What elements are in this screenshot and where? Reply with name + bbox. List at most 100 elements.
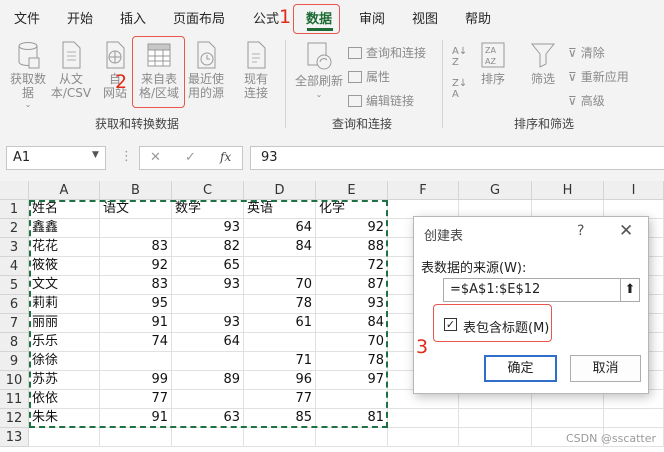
menu-insert[interactable]: 插入 [120, 8, 146, 27]
cell[interactable]: 徐徐 [29, 352, 100, 371]
cell[interactable]: 筱筱 [29, 257, 100, 276]
cell[interactable]: 83 [100, 276, 172, 295]
cell[interactable]: 丽丽 [29, 314, 100, 333]
cell[interactable] [316, 390, 388, 409]
cell[interactable] [244, 428, 316, 447]
collapse-dialog-icon[interactable]: ⬆ [620, 278, 640, 302]
row-header[interactable]: 11 [0, 390, 29, 409]
name-box[interactable]: A1 [6, 146, 106, 170]
row-header[interactable]: 8 [0, 333, 29, 352]
source-range-input[interactable]: =$A$1:$E$12 [443, 278, 623, 302]
cell[interactable]: 数学 [172, 200, 244, 219]
column-header-i[interactable]: I [604, 181, 664, 200]
sort-za-button[interactable]: Z↓ A [452, 78, 467, 100]
menu-view[interactable]: 视图 [412, 8, 438, 27]
cell[interactable] [459, 409, 532, 428]
cell[interactable] [459, 428, 532, 447]
has-headers-label[interactable]: 表包含标题(M) [463, 317, 549, 336]
row-header[interactable]: 1 [0, 200, 29, 219]
cell[interactable]: 文文 [29, 276, 100, 295]
cell[interactable]: 87 [316, 276, 388, 295]
cell[interactable] [172, 428, 244, 447]
close-icon[interactable]: ✕ [619, 221, 633, 241]
cell[interactable]: 65 [172, 257, 244, 276]
cancel-button[interactable]: 取消 [570, 355, 641, 382]
column-header-g[interactable]: G [459, 181, 532, 200]
cell[interactable]: 83 [100, 238, 172, 257]
cell[interactable]: 93 [172, 219, 244, 238]
cell[interactable] [100, 219, 172, 238]
cell[interactable]: 英语 [244, 200, 316, 219]
from-text-csv-button[interactable]: 从文 本/CSV [50, 40, 92, 100]
cell[interactable]: 91 [100, 409, 172, 428]
cell[interactable] [388, 409, 459, 428]
row-header[interactable]: 9 [0, 352, 29, 371]
row-header[interactable]: 13 [0, 428, 29, 447]
cell[interactable]: 70 [316, 333, 388, 352]
cell[interactable]: 91 [100, 314, 172, 333]
recent-sources-button[interactable]: 最近使 用的源 [185, 40, 227, 100]
cell[interactable]: 77 [244, 390, 316, 409]
cell[interactable] [100, 428, 172, 447]
enter-icon[interactable]: ✓ [185, 150, 196, 165]
cell[interactable] [388, 428, 459, 447]
cell[interactable]: 苏苏 [29, 371, 100, 390]
ok-button[interactable]: 确定 [484, 355, 557, 382]
cell[interactable] [244, 257, 316, 276]
cell[interactable]: 77 [100, 390, 172, 409]
row-header[interactable]: 2 [0, 219, 29, 238]
advanced-button[interactable]: ⊽ 高级 [568, 92, 605, 109]
cell[interactable]: 84 [316, 314, 388, 333]
cell[interactable]: 64 [244, 219, 316, 238]
chevron-down-icon[interactable]: ▼ [92, 150, 99, 160]
cell[interactable] [604, 409, 664, 428]
cell[interactable] [100, 352, 172, 371]
filter-button[interactable]: 筛选 [526, 40, 560, 86]
cell[interactable]: 乐乐 [29, 333, 100, 352]
sort-button[interactable]: ZA AZ 排序 [476, 40, 510, 86]
menu-home[interactable]: 开始 [67, 8, 93, 27]
get-data-button[interactable]: 获取数 据 ⌄ [6, 40, 50, 112]
cell[interactable]: 依依 [29, 390, 100, 409]
cell[interactable] [532, 409, 604, 428]
menu-review[interactable]: 审阅 [359, 8, 385, 27]
cell[interactable]: 95 [100, 295, 172, 314]
column-header-e[interactable]: E [316, 181, 388, 200]
clear-button[interactable]: ⊽ 清除 [568, 44, 605, 61]
properties-button[interactable]: 属性 [348, 68, 390, 85]
refresh-all-button[interactable]: 全部刷新 ⌄ [290, 40, 348, 102]
column-header-b[interactable]: B [100, 181, 172, 200]
has-headers-checkbox[interactable]: ✓ [444, 318, 457, 331]
cell[interactable]: 96 [244, 371, 316, 390]
menu-file[interactable]: 文件 [14, 8, 40, 27]
cell[interactable]: 84 [244, 238, 316, 257]
cancel-icon[interactable]: ✕ [150, 150, 161, 165]
row-header[interactable]: 4 [0, 257, 29, 276]
select-all-corner[interactable] [0, 181, 29, 200]
cell[interactable]: 莉莉 [29, 295, 100, 314]
row-header[interactable]: 6 [0, 295, 29, 314]
cell[interactable]: 鑫鑫 [29, 219, 100, 238]
cell[interactable]: 93 [316, 295, 388, 314]
cell[interactable]: 74 [100, 333, 172, 352]
row-header[interactable]: 10 [0, 371, 29, 390]
cell[interactable]: 语文 [100, 200, 172, 219]
cell[interactable] [172, 390, 244, 409]
column-header-d[interactable]: D [244, 181, 316, 200]
menu-formulas[interactable]: 公式 [253, 8, 279, 27]
cell[interactable]: 88 [316, 238, 388, 257]
sort-az-button[interactable]: A↓ Z [452, 46, 467, 68]
column-header-f[interactable]: F [388, 181, 459, 200]
cell[interactable]: 朱朱 [29, 409, 100, 428]
cell[interactable]: 92 [316, 219, 388, 238]
column-header-c[interactable]: C [172, 181, 244, 200]
cell[interactable]: 化学 [316, 200, 388, 219]
cell[interactable]: 姓名 [29, 200, 100, 219]
menu-help[interactable]: 帮助 [465, 8, 491, 27]
cell[interactable] [316, 428, 388, 447]
cell[interactable] [29, 428, 100, 447]
reapply-button[interactable]: ⊽ 重新应用 [568, 68, 629, 85]
cell[interactable]: 92 [100, 257, 172, 276]
cell[interactable]: 85 [244, 409, 316, 428]
cell[interactable]: 99 [100, 371, 172, 390]
